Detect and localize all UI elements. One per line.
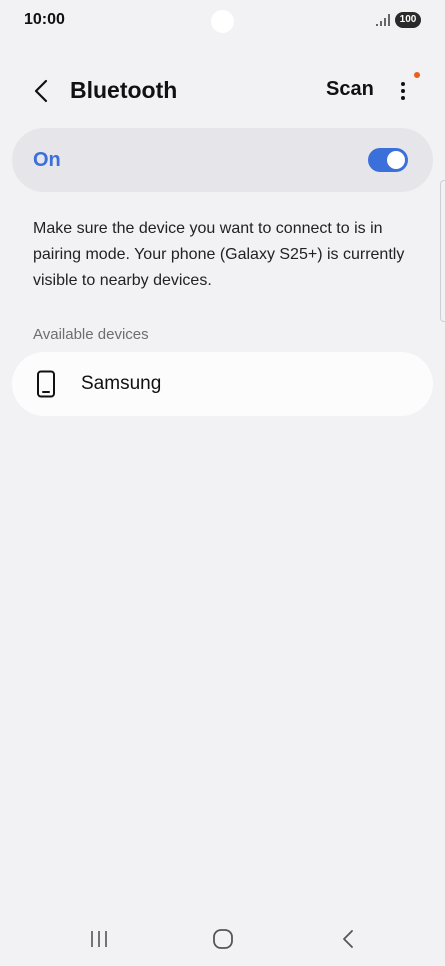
bluetooth-toggle-switch[interactable] <box>368 148 408 172</box>
battery-icon: 100 <box>395 12 421 28</box>
status-bar: 10:00 100 <box>0 0 445 42</box>
phone-icon <box>37 370 55 398</box>
back-arrow-icon <box>34 79 48 103</box>
recents-button[interactable] <box>79 924 119 954</box>
recents-icon <box>91 931 107 947</box>
back-button[interactable] <box>24 74 58 108</box>
status-time: 10:00 <box>24 11 65 28</box>
signal-icon <box>376 14 390 26</box>
scroll-indicator <box>440 180 445 322</box>
toggle-knob <box>387 151 405 169</box>
bluetooth-toggle-card[interactable]: On <box>12 128 433 192</box>
back-icon <box>343 930 353 948</box>
app-bar: Bluetooth Scan <box>0 66 445 116</box>
pairing-description: Make sure the device you want to connect… <box>33 220 405 289</box>
home-icon <box>213 929 233 949</box>
device-name: Samsung <box>81 373 162 394</box>
available-devices-header: Available devices <box>33 326 149 343</box>
device-item-samsung[interactable]: Samsung <box>12 352 433 416</box>
scan-button[interactable]: Scan <box>326 78 374 101</box>
notification-dot <box>414 72 420 78</box>
navigation-bar <box>0 910 445 966</box>
camera-cutout <box>211 10 234 33</box>
nav-back-button[interactable] <box>328 924 368 954</box>
home-button[interactable] <box>203 924 243 954</box>
more-vertical-icon <box>401 82 405 86</box>
toggle-label: On <box>33 149 61 171</box>
page-title: Bluetooth <box>70 77 178 103</box>
more-options-button[interactable] <box>390 74 416 108</box>
